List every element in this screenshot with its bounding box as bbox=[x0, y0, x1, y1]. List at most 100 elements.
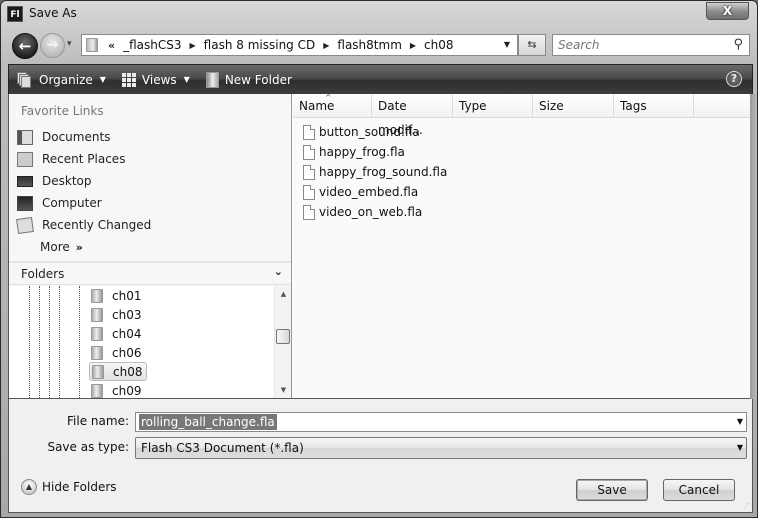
folder-icon bbox=[91, 383, 103, 398]
scrollbar-thumb[interactable] bbox=[276, 329, 290, 344]
breadcrumb-overflow-icon[interactable]: « bbox=[108, 39, 115, 52]
save-as-type-select[interactable]: Flash CS3 Document (*.fla) ▼ bbox=[135, 437, 747, 459]
breadcrumb-item[interactable]: flash 8 missing CD bbox=[204, 38, 316, 52]
command-toolbar: Organize ▼ Views ▼ New Folder ? bbox=[8, 64, 753, 94]
chevron-down-icon[interactable]: ▼ bbox=[184, 75, 190, 84]
folder-label: ch09 bbox=[112, 383, 142, 398]
desktop-icon bbox=[17, 175, 33, 187]
breadcrumb-separator-icon[interactable]: ▶ bbox=[410, 41, 416, 50]
cancel-button[interactable]: Cancel bbox=[663, 479, 735, 501]
help-icon[interactable]: ? bbox=[726, 71, 742, 87]
file-name-label: File name: bbox=[67, 414, 129, 428]
search-input[interactable] bbox=[553, 35, 723, 55]
folder-tree-item-selected[interactable]: ch08 bbox=[89, 362, 148, 381]
favorite-links-header: Favorite Links bbox=[21, 104, 104, 118]
file-name-selected-text[interactable]: rolling_ball_change.fla bbox=[139, 414, 277, 430]
column-header-size[interactable]: Size bbox=[533, 94, 614, 118]
column-header-type[interactable]: Type bbox=[453, 94, 533, 118]
folder-icon bbox=[91, 307, 103, 322]
forward-button[interactable]: → bbox=[40, 33, 65, 58]
folder-tree-item[interactable]: ch04 bbox=[89, 324, 145, 343]
folder-label: ch06 bbox=[112, 345, 142, 360]
favorite-link-label: Documents bbox=[42, 130, 111, 144]
folder-label: ch04 bbox=[112, 326, 142, 341]
close-button[interactable]: X bbox=[706, 2, 749, 20]
views-label: Views bbox=[141, 72, 177, 87]
favorite-link-recent-places[interactable]: Recent Places bbox=[15, 148, 285, 170]
file-list-item[interactable]: video_embed.fla bbox=[293, 182, 754, 202]
tree-guide-line bbox=[49, 286, 50, 398]
folder-tree-item[interactable]: ch06 bbox=[89, 343, 145, 362]
chevron-down-icon[interactable]: ⌄ bbox=[274, 265, 283, 278]
sort-ascending-icon: ^ bbox=[325, 93, 332, 102]
search-box: ⚲ bbox=[552, 34, 750, 56]
file-icon bbox=[303, 124, 315, 140]
scroll-up-icon[interactable]: ▲ bbox=[275, 286, 292, 302]
folder-tree-item[interactable]: ch01 bbox=[89, 286, 145, 305]
folder-icon bbox=[92, 364, 104, 379]
file-list-item[interactable]: happy_frog_sound.fla bbox=[293, 162, 754, 182]
save-button[interactable]: Save bbox=[576, 479, 648, 501]
file-icon bbox=[303, 184, 315, 200]
folders-header[interactable]: Folders ⌄ bbox=[9, 261, 291, 285]
organize-label: Organize bbox=[39, 72, 93, 87]
file-name-dropdown-icon[interactable]: ▼ bbox=[737, 413, 743, 431]
save-as-type-label: Save as type: bbox=[47, 440, 129, 454]
organize-icon bbox=[17, 71, 33, 88]
favorite-link-label: Computer bbox=[42, 196, 102, 210]
folder-tree-item[interactable]: ch09 bbox=[89, 381, 145, 398]
file-name: happy_frog_sound.fla bbox=[319, 165, 448, 179]
folder-tree-item[interactable]: ch03 bbox=[89, 305, 145, 324]
breadcrumb-item[interactable]: _flashCS3 bbox=[123, 38, 181, 52]
window-edge bbox=[750, 94, 757, 399]
folder-tree-scrollbar[interactable]: ▲ ▼ bbox=[274, 286, 291, 398]
file-name-combobox[interactable]: rolling_ball_change.fla ▼ bbox=[135, 412, 747, 432]
breadcrumb-item[interactable]: flash8tmm bbox=[337, 38, 402, 52]
address-dropdown-icon[interactable]: ▼ bbox=[497, 35, 517, 55]
folder-label: ch03 bbox=[112, 307, 142, 322]
search-icon[interactable]: ⚲ bbox=[733, 37, 743, 52]
favorite-link-desktop[interactable]: Desktop bbox=[15, 170, 285, 192]
folder-icon bbox=[86, 38, 98, 52]
refresh-button[interactable]: ⇆ bbox=[518, 34, 546, 56]
breadcrumb-separator-icon[interactable]: ▶ bbox=[323, 41, 329, 50]
organize-button[interactable]: Organize ▼ bbox=[9, 65, 114, 94]
hide-folders-button[interactable]: ▲ Hide Folders bbox=[21, 479, 117, 495]
column-header-date-modified[interactable]: Date modif... bbox=[372, 94, 453, 137]
favorite-link-computer[interactable]: Computer bbox=[15, 192, 285, 214]
more-links-button[interactable]: More » bbox=[15, 236, 285, 258]
views-grid-icon bbox=[121, 72, 136, 87]
new-folder-label: New Folder bbox=[224, 72, 292, 87]
resize-grip-icon[interactable]: ⋰ bbox=[743, 502, 750, 510]
hide-folders-label: Hide Folders bbox=[42, 480, 117, 494]
back-button[interactable]: ← bbox=[12, 33, 38, 59]
file-list-item[interactable]: button_sound.fla bbox=[293, 122, 754, 142]
favorite-links-list: Documents Recent Places Desktop Computer… bbox=[15, 126, 285, 258]
breadcrumb-item[interactable]: ch08 bbox=[424, 38, 453, 52]
browser-area: Favorite Links Documents Recent Places D… bbox=[8, 93, 754, 399]
scroll-down-icon[interactable]: ▼ bbox=[275, 382, 292, 398]
new-folder-icon bbox=[205, 71, 219, 88]
favorite-link-label: Recent Places bbox=[42, 152, 126, 166]
chevron-up-circle-icon: ▲ bbox=[21, 479, 37, 495]
recent-pages-dropdown[interactable]: ▾ bbox=[67, 39, 72, 49]
column-header-tags[interactable]: Tags bbox=[614, 94, 694, 118]
save-as-dialog: Fl Save As X ← → ▾ « _flashCS3 ▶ flash 8… bbox=[0, 0, 758, 518]
file-list-item[interactable]: video_on_web.fla bbox=[293, 202, 754, 222]
breadcrumb-separator-icon[interactable]: ▶ bbox=[190, 41, 196, 50]
favorite-link-label: Desktop bbox=[42, 174, 92, 188]
column-header-name[interactable]: ^ Name bbox=[293, 93, 372, 118]
chevron-down-icon: ▼ bbox=[99, 75, 106, 84]
file-list-item[interactable]: happy_frog.fla bbox=[293, 142, 754, 162]
window-title: Save As bbox=[29, 6, 77, 20]
favorite-link-label: Recently Changed bbox=[42, 218, 152, 232]
favorite-link-recently-changed[interactable]: Recently Changed bbox=[15, 214, 285, 236]
file-icon bbox=[303, 204, 315, 220]
save-as-type-dropdown-icon[interactable]: ▼ bbox=[737, 438, 743, 458]
new-folder-button[interactable]: New Folder bbox=[198, 65, 300, 94]
favorite-link-documents[interactable]: Documents bbox=[15, 126, 285, 148]
address-bar[interactable]: « _flashCS3 ▶ flash 8 missing CD ▶ flash… bbox=[81, 34, 518, 56]
save-form-area: File name: rolling_ball_change.fla ▼ Sav… bbox=[8, 399, 753, 513]
views-button[interactable]: Views ▼ bbox=[114, 65, 198, 94]
folder-tree: ch01 ch03 ch04 ch06 ch08 ch09 bbox=[9, 286, 274, 398]
